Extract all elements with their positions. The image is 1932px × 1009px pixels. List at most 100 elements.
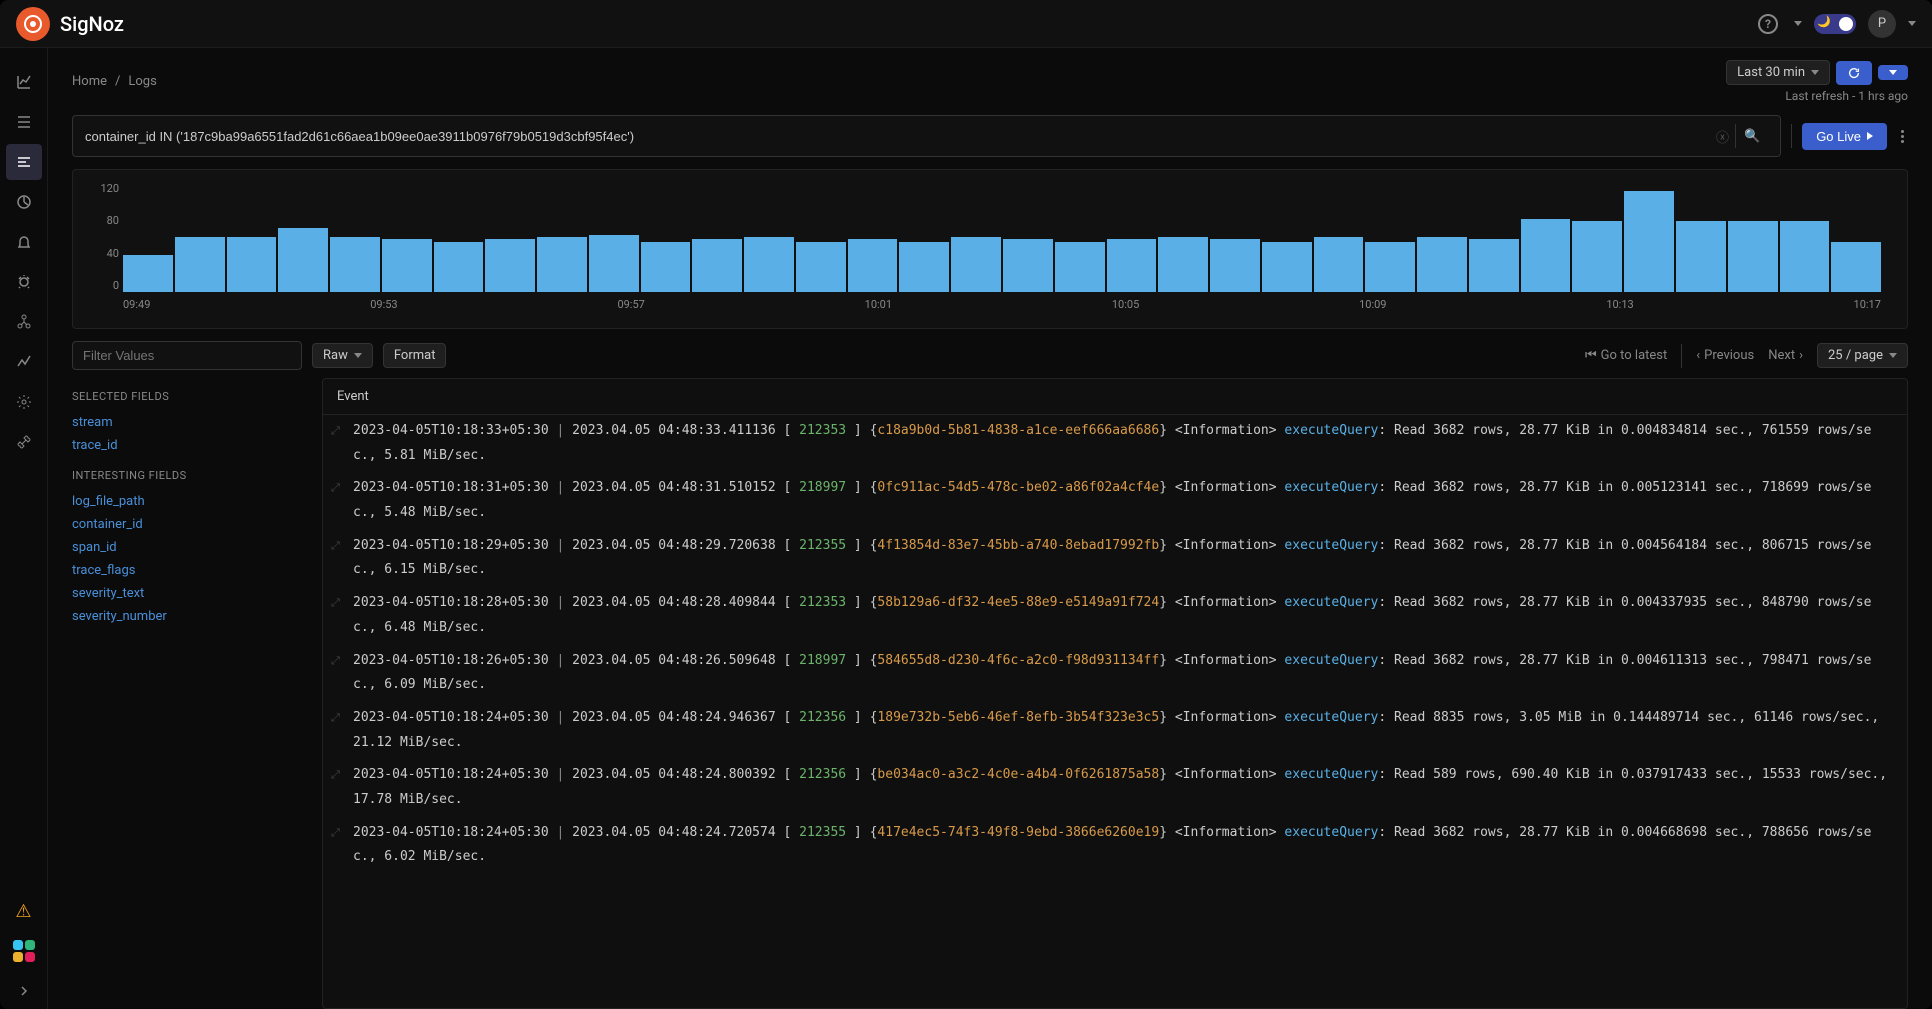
log-line[interactable]: 2023-04-05T10:18:31+05:30 | 2023.04.05 0…	[323, 472, 1907, 529]
chart-bar[interactable]	[1055, 242, 1105, 292]
refresh-options-button[interactable]	[1878, 65, 1908, 80]
sidebar-item-servicemap[interactable]	[6, 304, 42, 340]
chart-bar[interactable]	[692, 239, 742, 292]
chart-bar[interactable]	[1210, 239, 1260, 292]
chart-bar[interactable]	[434, 242, 484, 292]
previous-button[interactable]: ‹Previous	[1696, 348, 1754, 363]
log-line[interactable]: 2023-04-05T10:18:24+05:30 | 2023.04.05 0…	[323, 817, 1907, 874]
chart-bar[interactable]	[1831, 242, 1881, 292]
sidebar-item-instrument[interactable]	[6, 424, 42, 460]
clear-search-icon[interactable]: ⓧ	[1710, 127, 1735, 146]
breadcrumb-home[interactable]: Home	[72, 74, 107, 89]
more-options-button[interactable]	[1897, 126, 1908, 147]
next-button[interactable]: Next›	[1768, 348, 1803, 363]
filter-values-input[interactable]	[72, 341, 302, 370]
chart-bar[interactable]	[1314, 237, 1364, 292]
chart-bar[interactable]	[330, 237, 380, 292]
sidebar-warning-icon[interactable]: ⚠	[6, 893, 42, 929]
format-button[interactable]: Format	[383, 343, 447, 368]
log-line[interactable]: 2023-04-05T10:18:24+05:30 | 2023.04.05 0…	[323, 702, 1907, 759]
sidebar-item-logs[interactable]	[6, 144, 42, 180]
field-item[interactable]: trace_flags	[72, 559, 306, 582]
logo-icon	[16, 7, 50, 41]
chart-bar[interactable]	[278, 228, 328, 292]
breadcrumb-row: Home / Logs Last 30 min Last refresh - 1…	[48, 48, 1932, 115]
chart-bar[interactable]	[227, 237, 277, 292]
log-line[interactable]: 2023-04-05T10:18:29+05:30 | 2023.04.05 0…	[323, 530, 1907, 587]
help-button[interactable]: ?	[1754, 10, 1782, 38]
chart-bar[interactable]	[123, 255, 173, 292]
go-live-button[interactable]: Go Live	[1802, 123, 1887, 150]
sidebar-item-metrics[interactable]	[6, 64, 42, 100]
search-icon[interactable]: 🔍	[1736, 129, 1768, 144]
chart-bar[interactable]	[1728, 221, 1778, 293]
log-histogram-chart: 12080400 09:4909:5309:5710:0110:0510:091…	[72, 169, 1908, 329]
chart-bar[interactable]	[485, 239, 535, 292]
sidebar-item-list[interactable]	[6, 104, 42, 140]
page-size-select[interactable]: 25 / page	[1817, 343, 1908, 368]
sidebar-slack-icon[interactable]	[6, 933, 42, 969]
chart-bar[interactable]	[899, 242, 949, 292]
log-line[interactable]: 2023-04-05T10:18:24+05:30 | 2023.04.05 0…	[323, 759, 1907, 816]
chart-bar[interactable]	[1469, 239, 1519, 292]
chart-bar[interactable]	[1003, 239, 1053, 292]
chart-bar[interactable]	[1158, 237, 1208, 292]
field-item[interactable]: severity_text	[72, 582, 306, 605]
fast-forward-icon: ⏮	[1585, 348, 1597, 363]
chart-bar[interactable]	[1365, 242, 1415, 292]
log-body[interactable]: 2023-04-05T10:18:33+05:30 | 2023.04.05 0…	[323, 415, 1907, 1008]
caret-down-icon	[1889, 70, 1897, 75]
refresh-icon	[1847, 66, 1861, 80]
sidebar-item-exceptions[interactable]	[6, 264, 42, 300]
field-item[interactable]: span_id	[72, 536, 306, 559]
search-input[interactable]	[85, 129, 1710, 144]
field-item[interactable]: severity_number	[72, 605, 306, 628]
selected-fields-title: SELECTED FIELDS	[72, 390, 306, 403]
theme-toggle[interactable]	[1814, 14, 1856, 34]
sidebar-item-dashboard[interactable]	[6, 184, 42, 220]
view-mode-select[interactable]: Raw	[312, 343, 373, 368]
user-caret-icon[interactable]	[1908, 21, 1916, 26]
chart-bar[interactable]	[1521, 219, 1571, 292]
chart-bar[interactable]	[537, 237, 587, 292]
chart-bar[interactable]	[796, 242, 846, 292]
chart-bar[interactable]	[382, 239, 432, 292]
chart-bar[interactable]	[589, 235, 639, 292]
log-line[interactable]: 2023-04-05T10:18:28+05:30 | 2023.04.05 0…	[323, 587, 1907, 644]
sidebar-item-settings[interactable]	[6, 384, 42, 420]
go-to-latest-button[interactable]: ⏮Go to latest	[1585, 348, 1667, 363]
chart-bar[interactable]	[1572, 221, 1622, 293]
help-caret-icon[interactable]	[1794, 21, 1802, 26]
chart-bar[interactable]	[1417, 237, 1467, 292]
chart-bar[interactable]	[1676, 221, 1726, 293]
time-range-picker[interactable]: Last 30 min	[1726, 60, 1830, 85]
field-item[interactable]: stream	[72, 411, 306, 434]
chart-bar[interactable]	[641, 242, 691, 292]
log-line[interactable]: 2023-04-05T10:18:33+05:30 | 2023.04.05 0…	[323, 415, 1907, 472]
log-line[interactable]: 2023-04-05T10:18:26+05:30 | 2023.04.05 0…	[323, 645, 1907, 702]
chart-bar[interactable]	[744, 237, 794, 292]
field-item[interactable]: trace_id	[72, 434, 306, 457]
help-icon: ?	[1758, 14, 1778, 34]
chevron-right-icon: ›	[1799, 348, 1803, 363]
refresh-button[interactable]	[1836, 61, 1872, 85]
chart-bar[interactable]	[175, 237, 225, 292]
chart-bar[interactable]	[848, 239, 898, 292]
chart-x-axis: 09:4909:5309:5710:0110:0510:0910:1310:17	[123, 298, 1881, 311]
chart-bar[interactable]	[1262, 242, 1312, 292]
log-panel: Event 2023-04-05T10:18:33+05:30 | 2023.0…	[322, 378, 1908, 1009]
breadcrumb-current: Logs	[128, 74, 156, 89]
sidebar-expand-icon[interactable]	[6, 973, 42, 1009]
topbar: SigNoz ? P	[0, 0, 1932, 48]
search-input-wrap: ⓧ 🔍	[72, 115, 1781, 157]
sidebar-item-alerts[interactable]	[6, 224, 42, 260]
chart-bar[interactable]	[1624, 191, 1674, 292]
field-item[interactable]: container_id	[72, 513, 306, 536]
user-avatar[interactable]: P	[1868, 10, 1896, 38]
chart-bar[interactable]	[1107, 239, 1157, 292]
chart-bar[interactable]	[1780, 221, 1830, 293]
field-item[interactable]: log_file_path	[72, 490, 306, 513]
sidebar-item-usage[interactable]	[6, 344, 42, 380]
caret-down-icon	[1889, 353, 1897, 358]
chart-bar[interactable]	[951, 237, 1001, 292]
